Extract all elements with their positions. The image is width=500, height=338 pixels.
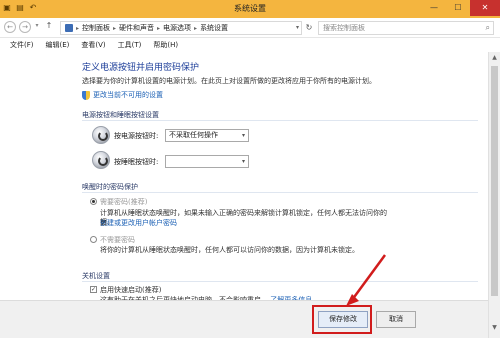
wake-section-title: 唤醒时的密码保护 [82,183,138,191]
maximize-button[interactable]: ☐ [446,0,470,16]
change-settings-link[interactable]: 更改当前不可用的设置 [82,90,163,100]
power-button-value: 不采取任何操作 [169,131,218,139]
breadcrumb-hardware-sound[interactable]: 硬件和声音 [119,23,154,33]
scrollbar-thumb[interactable] [491,66,498,296]
refresh-button[interactable]: ↻ [303,21,315,35]
require-password-label: 需要密码(推荐) [100,198,148,206]
breadcrumb-separator-icon[interactable]: ▸ [76,25,79,32]
power-section-title: 电源按钮和睡眠按钮设置 [82,111,159,119]
sleep-button-select[interactable]: ▾ [165,155,249,168]
scroll-up-icon[interactable]: ▲ [489,54,500,61]
power-button-select[interactable]: 不采取任何操作 ▾ [165,129,249,142]
search-placeholder: 搜索控制面板 [323,24,365,32]
scroll-down-icon[interactable]: ▼ [489,324,500,331]
change-settings-label[interactable]: 更改当前不可用的设置 [93,90,163,100]
recent-pages-dropdown[interactable]: ▾ [34,21,40,33]
cancel-button[interactable]: 取消 [376,311,416,328]
divider [82,192,478,193]
power-button-label: 按电源按钮时: [114,132,159,140]
highlight-box [312,305,372,334]
forward-button[interactable]: → [19,21,31,33]
page-title: 定义电源按钮并启用密码保护 [82,63,200,73]
no-password-radio[interactable] [90,236,97,243]
sleep-button-icon [92,151,110,169]
breadcrumb-separator-icon[interactable]: ▸ [113,25,116,32]
menu-help[interactable]: 帮助(H) [153,40,178,50]
menu-edit[interactable]: 编辑(E) [46,40,70,50]
shield-icon [82,90,90,100]
shutdown-section-title: 关机设置 [82,272,110,280]
chevron-down-icon: ▾ [241,158,245,165]
fast-startup-checkbox[interactable]: ✓ [90,286,97,293]
no-password-desc: 将你的计算机从睡眠状态唤醒时，任何人都可以访问你的数据，因为计算机未锁定。 [100,246,359,254]
title-bar: ▣ ▤ ↶ 系统设置 — ☐ ✕ [0,0,500,18]
page-description: 选择要为你的计算机设置的电源计划。在此页上对设置所做的更改将应用于你所有的电源计… [82,77,376,85]
breadcrumb-power-options[interactable]: 电源选项 [163,23,191,33]
divider [82,120,478,121]
breadcrumb-separator-icon[interactable]: ▸ [194,25,197,32]
breadcrumb-control-panel[interactable]: 控制面板 [82,23,110,33]
no-password-label: 不需要密码 [100,236,135,244]
create-password-link[interactable]: 创建或更改用户帐户密码 [100,218,177,228]
chevron-down-icon[interactable]: ▾ [296,22,299,34]
close-button[interactable]: ✕ [470,0,500,16]
window-controls: — ☐ ✕ [422,0,500,16]
minimize-button[interactable]: — [422,0,446,16]
navigation-buttons: ← → ▾ ↑ [4,21,55,33]
chevron-down-icon: ▾ [241,132,245,139]
power-button-icon [92,126,110,144]
menu-file[interactable]: 文件(F) [10,40,34,50]
fast-startup-label: 启用快速启动(推荐) [100,286,162,294]
require-password-radio[interactable] [90,198,97,205]
sleep-button-label: 按睡眠按钮时: [114,158,159,166]
search-input[interactable]: 搜索控制面板 ⌕ [318,21,494,35]
back-button[interactable]: ← [4,21,16,33]
menu-view[interactable]: 查看(V) [81,40,105,50]
menu-bar: 文件(F) 编辑(E) 查看(V) 工具(T) 帮助(H) [0,38,500,52]
breadcrumb-system-settings[interactable]: 系统设置 [200,23,228,33]
address-bar: ← → ▾ ↑ ▸ 控制面板 ▸ 硬件和声音 ▸ 电源选项 ▸ 系统设置 ▾ ↻… [0,18,500,38]
vertical-scrollbar[interactable]: ▲ ▼ [488,52,500,338]
menu-tools[interactable]: 工具(T) [118,40,142,50]
create-password-link-text[interactable]: 创建或更改用户帐户密码 [100,219,177,227]
divider [82,281,478,282]
breadcrumb[interactable]: ▸ 控制面板 ▸ 硬件和声音 ▸ 电源选项 ▸ 系统设置 ▾ [60,21,302,35]
up-button[interactable]: ↑ [43,21,55,33]
breadcrumb-separator-icon[interactable]: ▸ [157,25,160,32]
control-panel-icon [65,24,73,32]
search-icon[interactable]: ⌕ [486,22,490,34]
